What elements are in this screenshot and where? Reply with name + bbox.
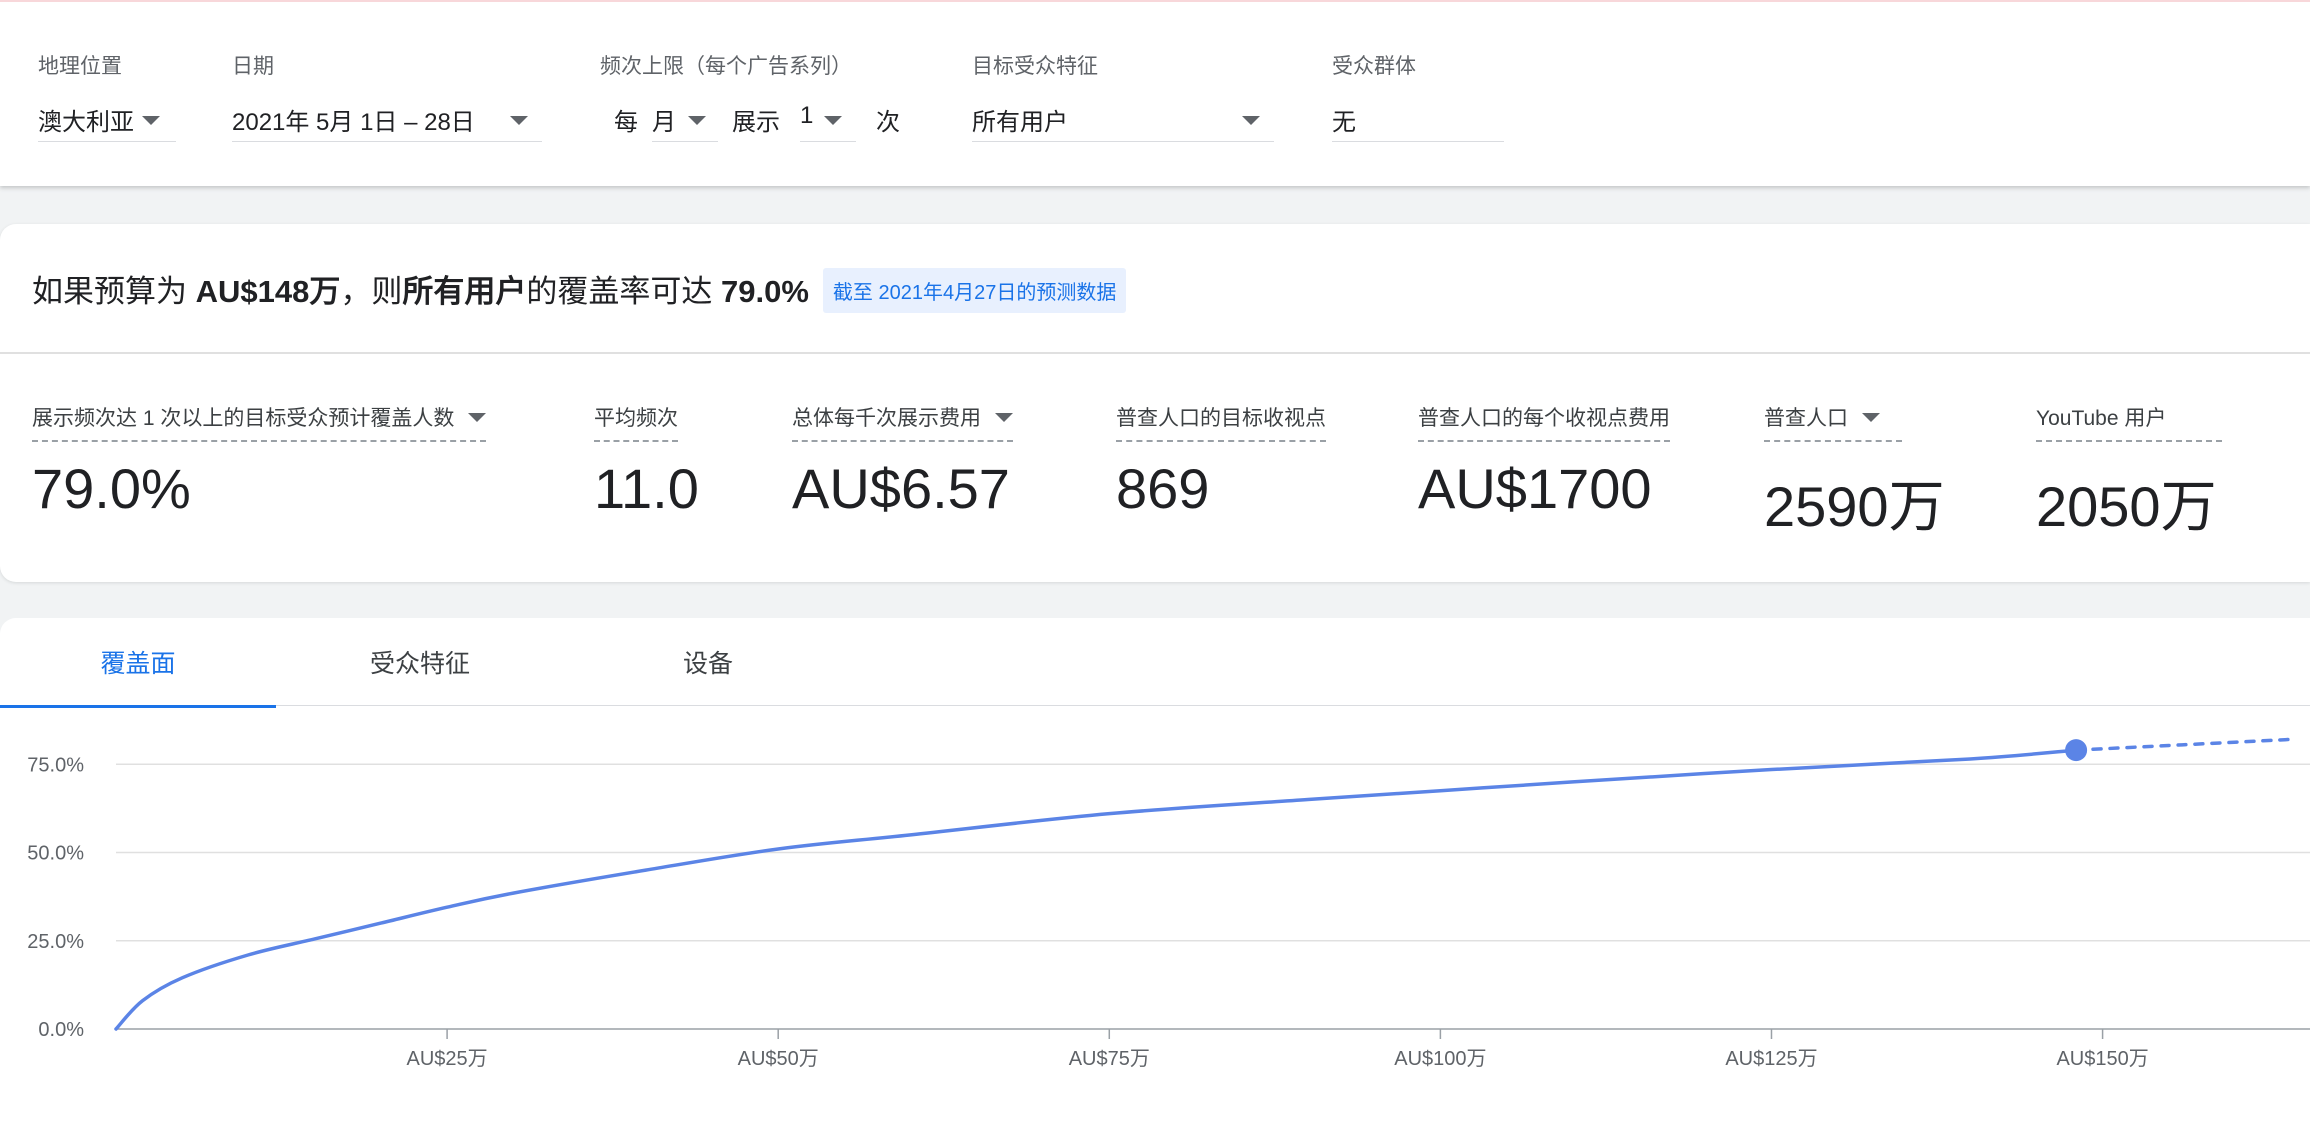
x-tick-label: AU$50万 xyxy=(738,1048,819,1070)
frequency-period-value: 月 xyxy=(652,109,676,136)
summary-budget: AU$148万 xyxy=(195,274,341,309)
chart-card: 覆盖面 受众特征 设备 0.0%25.0%50.0%75.0%100%AU$25… xyxy=(0,618,2310,1140)
metric-avg-frequency-label[interactable]: 平均频次 xyxy=(594,402,678,442)
metric-cpm-value: AU$6.57 xyxy=(792,457,1010,520)
audience-group-filter: 受众群体 无 xyxy=(1332,50,1504,142)
chart-tabs: 覆盖面 受众特征 设备 xyxy=(0,618,2310,708)
metric-avg-frequency-value: 11.0 xyxy=(594,457,699,520)
tab-demographics-label: 受众特征 xyxy=(369,650,470,678)
metric-youtube-users: YouTube 用户 2050万 xyxy=(2036,402,2223,543)
metric-cpp-value: AU$1700 xyxy=(1418,457,1652,520)
chevron-down-icon xyxy=(510,116,528,125)
current-budget-point xyxy=(2065,739,2088,762)
summary-mid: ，则 xyxy=(340,274,403,309)
metric-cpp: 普查人口的每个收视点费用 AU$1700 xyxy=(1418,402,1670,521)
metric-census-population-value: 2590万 xyxy=(1764,475,1945,538)
summary-headline: 如果预算为 AU$148万，则所有用户的覆盖率可达 79.0% 截至 2021年4… xyxy=(32,266,1127,313)
y-tick-label: 25.0% xyxy=(27,931,84,953)
metric-cpm-label-text: 总体每千次展示费用 xyxy=(792,407,981,430)
audience-group-select[interactable]: 无 xyxy=(1332,98,1504,142)
date-range-value: 2021年 5月 1日 – 28日 xyxy=(232,109,475,136)
forecast-date-badge: 截至 2021年4月27日的预测数据 xyxy=(822,268,1127,313)
frequency-cap-label: 频次上限（每个广告系列） xyxy=(600,55,852,78)
metric-cpp-label-text: 普查人口的每个收视点费用 xyxy=(1418,407,1670,430)
summary-divider xyxy=(0,352,2310,354)
x-tick-label: AU$100万 xyxy=(1394,1048,1486,1070)
target-audience-value: 所有用户 xyxy=(972,109,1068,136)
date-range-select[interactable]: 2021年 5月 1日 – 28日 xyxy=(232,98,542,142)
metric-trp-label-text: 普查人口的目标收视点 xyxy=(1116,407,1326,430)
date-filter: 日期 2021年 5月 1日 – 28日 xyxy=(232,50,542,142)
x-tick-label: AU$150万 xyxy=(2056,1048,2148,1070)
metric-census-population: 普查人口 2590万 xyxy=(1764,402,1945,543)
tab-devices[interactable]: 设备 xyxy=(564,618,852,706)
metric-reach-label[interactable]: 展示频次达 1 次以上的目标受众预计覆盖人数 xyxy=(32,402,487,442)
metric-census-population-label[interactable]: 普查人口 xyxy=(1764,402,1902,442)
chevron-down-icon xyxy=(995,413,1013,422)
metric-census-population-label-text: 普查人口 xyxy=(1764,407,1848,430)
frequency-count-select[interactable]: 1 xyxy=(800,98,856,142)
metric-reach-label-text: 展示频次达 1 次以上的目标受众预计覆盖人数 xyxy=(32,407,455,430)
summary-audience: 所有用户 xyxy=(402,274,527,309)
geo-select-value: 澳大利亚 xyxy=(38,109,134,136)
chevron-down-icon xyxy=(142,116,160,125)
tab-demographics[interactable]: 受众特征 xyxy=(276,618,564,706)
metric-trp: 普查人口的目标收视点 869 xyxy=(1116,402,1326,521)
audience-group-label: 受众群体 xyxy=(1332,55,1416,78)
target-audience-filter: 目标受众特征 所有用户 xyxy=(972,50,1274,142)
y-tick-label: 75.0% xyxy=(27,754,84,776)
geo-filter-label: 地理位置 xyxy=(38,55,122,78)
summary-reach: 79.0% xyxy=(721,274,809,309)
tab-reach[interactable]: 覆盖面 xyxy=(0,618,276,708)
y-tick-label: 50.0% xyxy=(27,843,84,865)
filter-bar: 地理位置 澳大利亚 日期 2021年 5月 1日 – 28日 频次上限（每个广告… xyxy=(0,0,2310,186)
chevron-down-icon xyxy=(1862,413,1880,422)
metric-youtube-users-label[interactable]: YouTube 用户 xyxy=(2036,402,2223,442)
chevron-down-icon xyxy=(824,116,842,125)
frequency-cap-filter: 频次上限（每个广告系列） 每 月 展示 1 次 xyxy=(600,50,920,142)
metric-youtube-users-value: 2050万 xyxy=(2036,475,2217,538)
metric-reach-value: 79.0% xyxy=(32,457,191,520)
frequency-impressions-text: 展示 xyxy=(732,109,780,136)
reach-curve-chart: 0.0%25.0%50.0%75.0%100%AU$25万AU$50万AU$75… xyxy=(27,737,2310,1070)
target-audience-label: 目标受众特征 xyxy=(972,55,1098,78)
summary-prefix: 如果预算为 xyxy=(32,274,196,309)
frequency-period-select[interactable]: 月 xyxy=(652,98,718,142)
y-tick-label: 0.0% xyxy=(38,1019,84,1041)
frequency-times-text: 次 xyxy=(876,109,900,136)
reach-curve-line xyxy=(114,748,2078,1031)
frequency-per-text: 每 xyxy=(614,109,638,136)
metric-avg-frequency: 平均频次 11.0 xyxy=(594,402,699,521)
geo-filter: 地理位置 澳大利亚 xyxy=(38,50,176,142)
summary-mid2: 的覆盖率可达 xyxy=(526,274,721,309)
reach-curve-forecast-line xyxy=(2074,737,2290,752)
date-filter-label: 日期 xyxy=(232,55,274,78)
summary-card: 如果预算为 AU$148万，则所有用户的覆盖率可达 79.0% 截至 2021年4… xyxy=(0,224,2310,582)
metric-reach: 展示频次达 1 次以上的目标受众预计覆盖人数 79.0% xyxy=(32,402,487,521)
audience-group-value: 无 xyxy=(1332,109,1356,136)
chevron-down-icon xyxy=(1242,116,1260,125)
x-tick-label: AU$125万 xyxy=(1725,1048,1817,1070)
metric-avg-frequency-label-text: 平均频次 xyxy=(594,407,678,430)
metric-cpp-label[interactable]: 普查人口的每个收视点费用 xyxy=(1418,402,1670,442)
frequency-count-value: 1 xyxy=(800,102,814,129)
x-tick-label: AU$25万 xyxy=(407,1048,488,1070)
chevron-down-icon xyxy=(688,116,706,125)
tab-devices-label: 设备 xyxy=(682,650,733,678)
tab-reach-label: 覆盖面 xyxy=(100,650,176,678)
metric-trp-value: 869 xyxy=(1116,457,1210,520)
x-tick-label: AU$75万 xyxy=(1069,1048,1150,1070)
chevron-down-icon xyxy=(468,413,487,422)
metric-cpm: 总体每千次展示费用 AU$6.57 xyxy=(792,402,1013,521)
metric-cpm-label[interactable]: 总体每千次展示费用 xyxy=(792,402,1013,442)
metric-youtube-users-label-text: YouTube 用户 xyxy=(2036,407,2167,430)
target-audience-select[interactable]: 所有用户 xyxy=(972,98,1274,142)
frequency-cap-controls: 每 月 展示 1 次 xyxy=(600,98,920,142)
metric-trp-label[interactable]: 普查人口的目标收视点 xyxy=(1116,402,1326,442)
geo-select[interactable]: 澳大利亚 xyxy=(38,98,176,142)
